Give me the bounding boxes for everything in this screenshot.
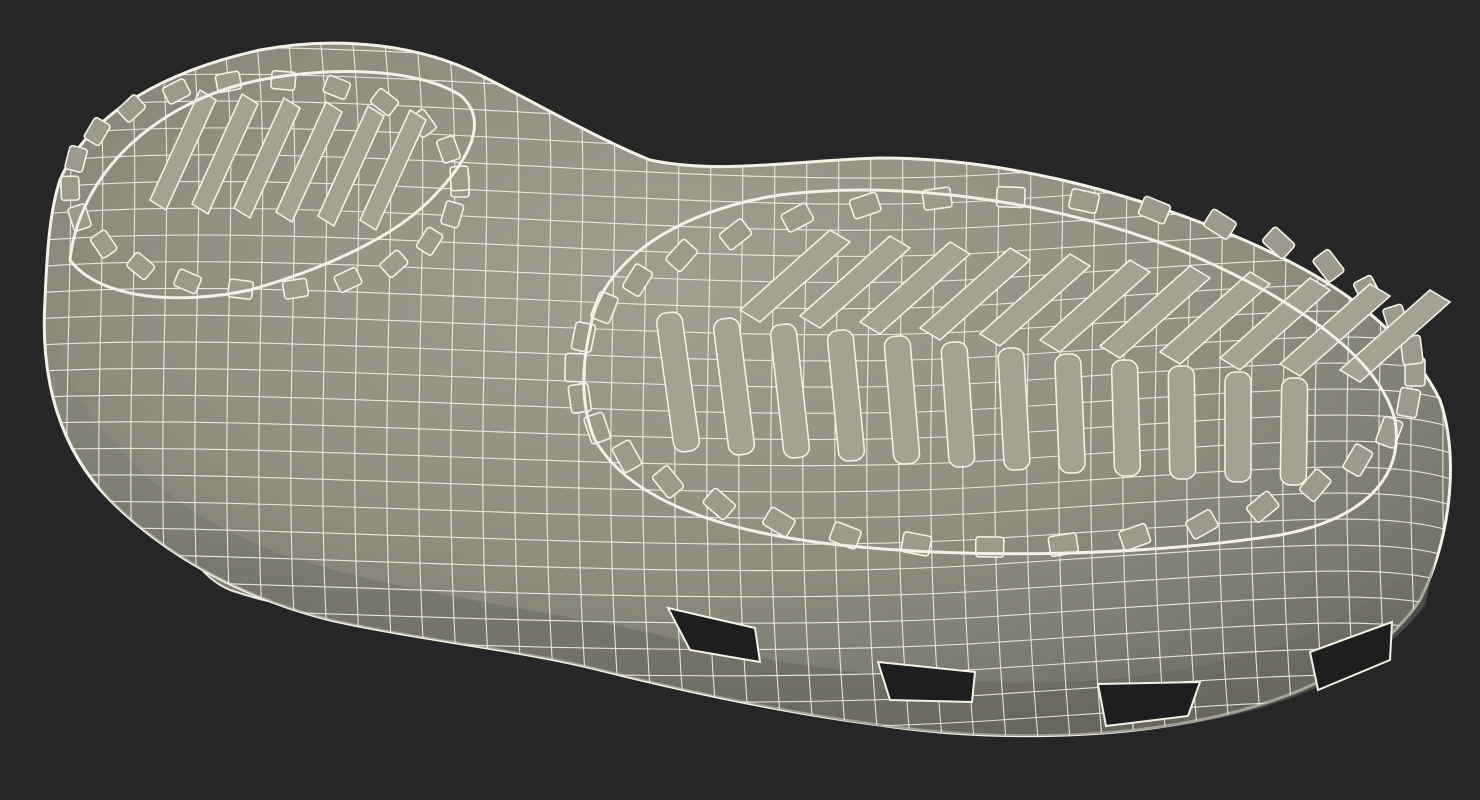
wireframe-clog-render [42, 20, 1480, 780]
tread-bar [1167, 365, 1197, 480]
render-viewport [0, 0, 1480, 800]
rim-block [449, 165, 470, 192]
tread-bar [1224, 371, 1252, 483]
tread-bar [1054, 353, 1086, 474]
mesh-line [1470, 20, 1480, 780]
tread-bar [1110, 359, 1142, 477]
rim-block [567, 382, 593, 415]
rim-block [281, 277, 310, 300]
mesh-line [44, 43, 51, 736]
rim-block [921, 186, 953, 211]
tread-bar [1279, 377, 1309, 486]
rim-block [1395, 386, 1422, 419]
rim-block [270, 69, 297, 92]
rim-block [60, 175, 81, 202]
